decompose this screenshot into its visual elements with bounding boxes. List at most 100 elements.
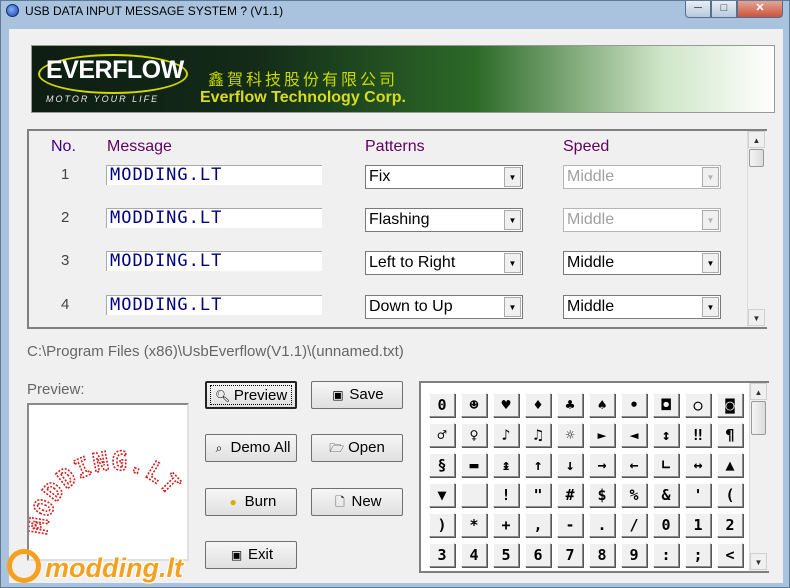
glyph-button[interactable]: 0	[429, 393, 455, 417]
minimize-button[interactable]: ─	[685, 1, 711, 18]
glyph-button[interactable]: ♪	[493, 423, 519, 447]
open-button[interactable]: 🗁︎ Open	[311, 434, 403, 462]
demo-all-button[interactable]: ⌕ Demo All	[205, 434, 297, 462]
glyph-button[interactable]: ◙	[717, 393, 743, 417]
burn-button[interactable]: ● Burn	[205, 488, 297, 516]
glyph-button[interactable]: ▼	[429, 483, 455, 507]
speed-select[interactable]: Middle ▼	[563, 251, 721, 275]
glyph-button[interactable]: ‼	[685, 423, 711, 447]
glyph-button[interactable]: "	[525, 483, 551, 507]
chevron-down-icon[interactable]: ▼	[504, 253, 521, 273]
glyph-button[interactable]: ↨	[493, 453, 519, 477]
glyph-button[interactable]	[461, 483, 487, 507]
chevron-down-icon[interactable]: ▼	[702, 297, 719, 317]
glyph-button[interactable]: ♣	[557, 393, 583, 417]
glyph-button[interactable]: ↕	[653, 423, 679, 447]
glyph-button[interactable]: 7	[557, 543, 583, 567]
pattern-value: Left to Right	[369, 254, 456, 271]
glyph-button[interactable]: ←	[621, 453, 647, 477]
glyph-button[interactable]: /	[621, 513, 647, 537]
glyph-button[interactable]: <	[717, 543, 743, 567]
scroll-up-button[interactable]: ▲	[748, 131, 765, 148]
scroll-up-button[interactable]: ▲	[750, 383, 767, 400]
glyph-button[interactable]: ;	[685, 543, 711, 567]
glyph-button[interactable]: ○	[685, 393, 711, 417]
glyph-button[interactable]: ☼	[557, 423, 583, 447]
scroll-thumb[interactable]	[751, 401, 766, 435]
pattern-select[interactable]: Left to Right ▼	[365, 251, 523, 275]
scroll-down-button[interactable]: ▼	[750, 553, 767, 570]
maximize-button[interactable]: □	[711, 1, 737, 18]
window-title: USB DATA INPUT MESSAGE SYSTEM ? (V1.1)	[25, 4, 284, 18]
glyph-button[interactable]: ▲	[717, 453, 743, 477]
chevron-down-icon[interactable]: ▼	[504, 210, 521, 230]
preview-button[interactable]: 🔍︎ Preview	[205, 381, 297, 409]
pattern-select[interactable]: Flashing ▼	[365, 208, 523, 232]
glyph-scrollbar[interactable]: ▲ ▼	[749, 383, 769, 571]
glyph-button[interactable]: ►	[589, 423, 615, 447]
glyph-button[interactable]: ♫	[525, 423, 551, 447]
pattern-select[interactable]: Fix ▼	[365, 165, 523, 189]
glyph-button[interactable]: &	[653, 483, 679, 507]
message-input[interactable]: MODDING.LT	[106, 251, 322, 271]
glyph-button[interactable]: 6	[525, 543, 551, 567]
glyph-button[interactable]: $	[589, 483, 615, 507]
table-scrollbar[interactable]: ▲ ▼	[747, 131, 767, 327]
exit-button[interactable]: ▣ Exit	[205, 541, 297, 569]
chevron-down-icon[interactable]: ▼	[504, 297, 521, 317]
glyph-button[interactable]: +	[493, 513, 519, 537]
glyph-button[interactable]: ∟	[653, 453, 679, 477]
glyph-button[interactable]: ☻	[461, 393, 487, 417]
glyph-button[interactable]: ◘	[653, 393, 679, 417]
glyph-button[interactable]: 5	[493, 543, 519, 567]
chevron-down-icon[interactable]: ▼	[504, 167, 521, 187]
main-window: USB DATA INPUT MESSAGE SYSTEM ? (V1.1) ─…	[0, 0, 790, 588]
logo-slogan: MOTOR YOUR LIFE	[46, 94, 160, 104]
glyph-button[interactable]: *	[461, 513, 487, 537]
close-button[interactable]: ✕	[737, 1, 783, 18]
glyph-button[interactable]: 1	[685, 513, 711, 537]
glyph-button[interactable]: 8	[589, 543, 615, 567]
glyph-button[interactable]: ,	[525, 513, 551, 537]
glyph-button[interactable]: !	[493, 483, 519, 507]
glyph-button[interactable]: .	[589, 513, 615, 537]
preview-arc-text: MODDING.LT	[23, 446, 186, 537]
glyph-button[interactable]: →	[589, 453, 615, 477]
pattern-select[interactable]: Down to Up ▼	[365, 295, 523, 319]
message-input[interactable]: MODDING.LT	[106, 208, 322, 228]
glyph-button[interactable]: ◄	[621, 423, 647, 447]
glyph-button[interactable]: 3	[429, 543, 455, 567]
glyph-button[interactable]: ▬	[461, 453, 487, 477]
glyph-button[interactable]: #	[557, 483, 583, 507]
glyph-button[interactable]: ♂	[429, 423, 455, 447]
scroll-thumb[interactable]	[749, 149, 764, 167]
message-input[interactable]: MODDING.LT	[106, 165, 322, 185]
glyph-button[interactable]: ¶	[717, 423, 743, 447]
glyph-button[interactable]: )	[429, 513, 455, 537]
message-input[interactable]: MODDING.LT	[106, 295, 322, 315]
glyph-button[interactable]: 9	[621, 543, 647, 567]
glyph-button[interactable]: (	[717, 483, 743, 507]
glyph-button[interactable]: •	[621, 393, 647, 417]
glyph-button[interactable]: §	[429, 453, 455, 477]
scroll-down-button[interactable]: ▼	[748, 309, 765, 326]
glyph-button[interactable]: ♦	[525, 393, 551, 417]
glyph-button[interactable]: -	[557, 513, 583, 537]
glyph-button[interactable]: 2	[717, 513, 743, 537]
glyph-button[interactable]: ↓	[557, 453, 583, 477]
glyph-button[interactable]: :	[653, 543, 679, 567]
glyph-button[interactable]: ↔	[685, 453, 711, 477]
speed-select[interactable]: Middle ▼	[563, 295, 721, 319]
glyph-button[interactable]: ↑	[525, 453, 551, 477]
glyph-button[interactable]: 0	[653, 513, 679, 537]
save-button[interactable]: ▣ Save	[311, 381, 403, 409]
new-button[interactable]: 🗋︎ New	[311, 488, 403, 516]
glyph-button[interactable]: 4	[461, 543, 487, 567]
glyph-button[interactable]: %	[621, 483, 647, 507]
chevron-down-icon[interactable]: ▼	[702, 253, 719, 273]
glyph-button[interactable]: '	[685, 483, 711, 507]
glyph-button[interactable]: ♠	[589, 393, 615, 417]
glyph-button[interactable]: ♥	[493, 393, 519, 417]
preview-panel: MODDING.LT	[23, 403, 189, 561]
glyph-button[interactable]: ♀	[461, 423, 487, 447]
